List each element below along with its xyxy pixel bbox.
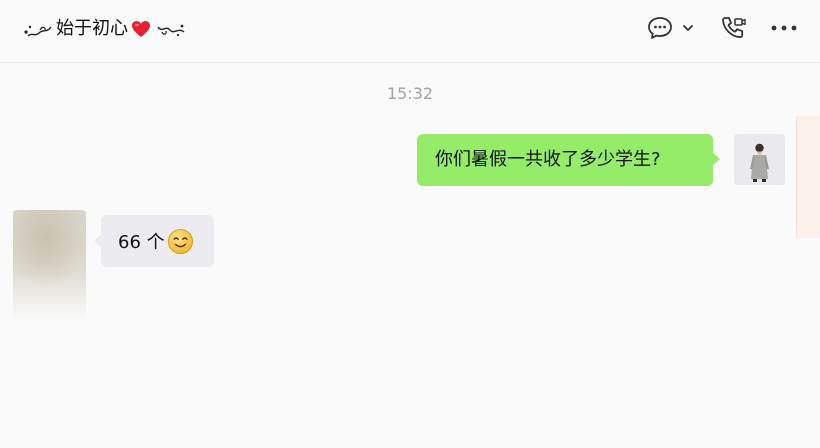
contact-avatar[interactable] [13, 210, 86, 320]
sent-message-bubble[interactable]: 你们暑假一共收了多少学生? [417, 134, 720, 186]
header-toolbar [645, 14, 798, 42]
flourish-left-icon [24, 25, 52, 37]
heart-icon [132, 21, 150, 37]
chat-window: 始于初心 15:32 你们暑假一共收了多少学生? 66 个 [0, 0, 820, 448]
chevron-down-icon [683, 25, 693, 31]
side-panel-edge [796, 116, 820, 238]
blurred-avatar-icon [13, 210, 86, 320]
chat-options-button[interactable] [645, 14, 697, 42]
video-call-icon [722, 17, 746, 39]
chat-title: 始于初心 [56, 18, 128, 39]
more-button[interactable] [770, 14, 798, 42]
chat-bubble-icon [648, 17, 672, 39]
chat-header: 始于初心 [0, 0, 820, 63]
call-button[interactable] [719, 14, 747, 42]
chat-title-area[interactable]: 始于初心 [22, 14, 187, 44]
my-avatar[interactable] [734, 134, 785, 185]
message-timestamp: 15:32 [386, 84, 434, 103]
received-message-bubble[interactable]: 66 个 [94, 215, 214, 267]
flourish-right-icon [157, 24, 185, 37]
received-message-text: 66 个 [118, 232, 165, 253]
person-avatar-icon [734, 134, 785, 185]
more-icon [771, 25, 797, 31]
smiling-face-icon [167, 228, 193, 254]
